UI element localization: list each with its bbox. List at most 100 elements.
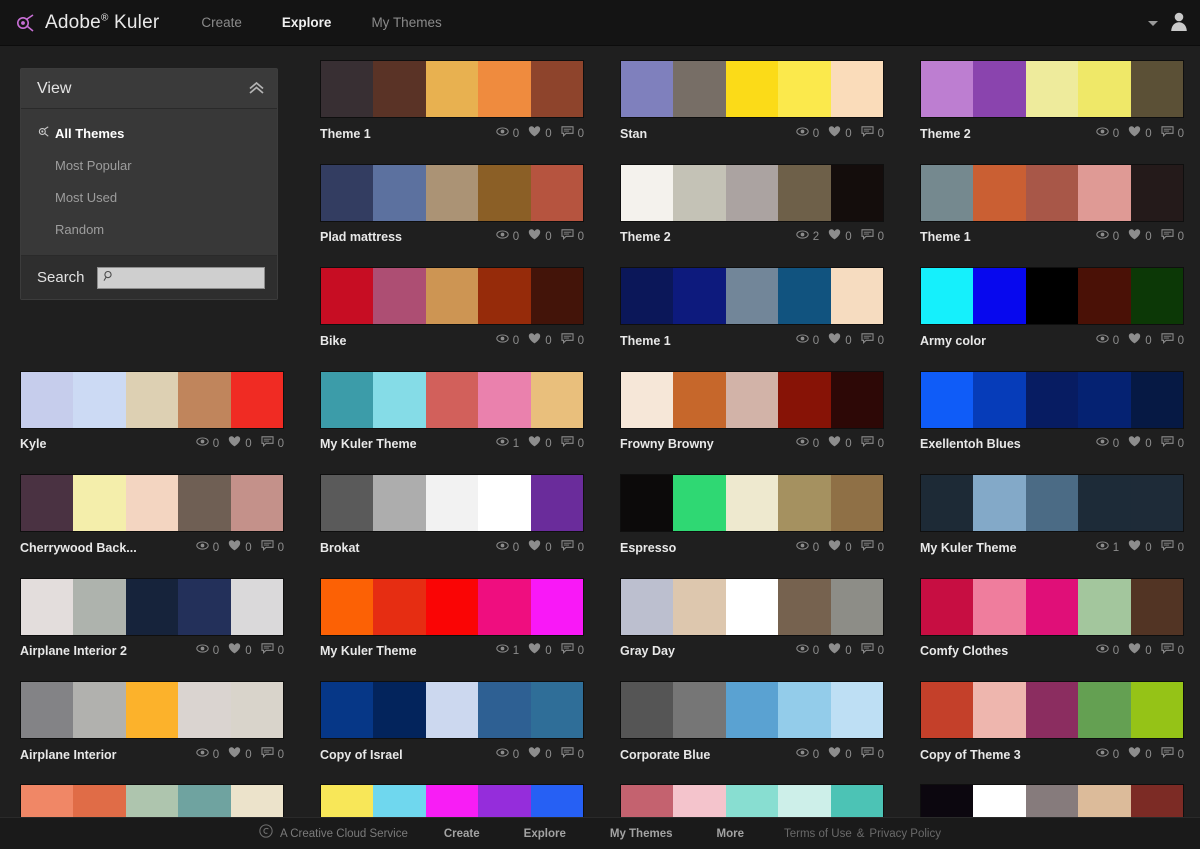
color-swatch-5[interactable] <box>831 579 883 635</box>
theme-card[interactable]: Airplane Interior 2000 <box>20 578 284 662</box>
color-swatch-2[interactable] <box>73 579 125 635</box>
color-swatch-2[interactable] <box>373 475 425 531</box>
theme-swatch-strip[interactable] <box>620 474 884 532</box>
theme-swatch-strip[interactable] <box>920 371 1184 429</box>
color-swatch-4[interactable] <box>478 268 530 324</box>
footer-link-more[interactable]: More <box>695 828 766 840</box>
color-swatch-2[interactable] <box>973 61 1025 117</box>
color-swatch-3[interactable] <box>726 268 778 324</box>
color-swatch-1[interactable] <box>621 165 673 221</box>
color-swatch-2[interactable] <box>373 372 425 428</box>
theme-card[interactable]: Theme 2000 <box>920 60 1184 144</box>
theme-card[interactable]: Copy of Theme 3000 <box>920 681 1184 765</box>
color-swatch-1[interactable] <box>921 372 973 428</box>
theme-title[interactable]: Theme 1 <box>320 127 371 141</box>
color-swatch-1[interactable] <box>921 475 973 531</box>
theme-swatch-strip[interactable] <box>920 578 1184 636</box>
color-swatch-2[interactable] <box>973 682 1025 738</box>
color-swatch-2[interactable] <box>673 579 725 635</box>
color-swatch-4[interactable] <box>178 682 230 738</box>
color-swatch-2[interactable] <box>673 682 725 738</box>
color-swatch-1[interactable] <box>921 268 973 324</box>
color-swatch-2[interactable] <box>373 165 425 221</box>
color-swatch-4[interactable] <box>1078 579 1130 635</box>
color-swatch-5[interactable] <box>531 165 583 221</box>
footer-link-my-themes[interactable]: My Themes <box>588 828 695 840</box>
color-swatch-4[interactable] <box>778 682 830 738</box>
theme-card[interactable]: Espresso000 <box>620 474 884 558</box>
theme-card[interactable]: Cherrywood Back...000 <box>20 474 284 558</box>
theme-title[interactable]: Cherrywood Back... <box>20 541 137 555</box>
color-swatch-3[interactable] <box>726 579 778 635</box>
theme-swatch-strip[interactable] <box>620 267 884 325</box>
color-swatch-2[interactable] <box>73 682 125 738</box>
color-swatch-3[interactable] <box>1026 682 1078 738</box>
color-swatch-1[interactable] <box>621 268 673 324</box>
theme-swatch-strip[interactable] <box>320 371 584 429</box>
theme-card[interactable]: Gray Day000 <box>620 578 884 662</box>
footer-link-create[interactable]: Create <box>422 828 502 840</box>
color-swatch-4[interactable] <box>178 579 230 635</box>
footer-link-explore[interactable]: Explore <box>502 828 588 840</box>
color-swatch-1[interactable] <box>321 268 373 324</box>
theme-title[interactable]: My Kuler Theme <box>920 541 1017 555</box>
color-swatch-2[interactable] <box>373 579 425 635</box>
color-swatch-2[interactable] <box>673 372 725 428</box>
color-swatch-1[interactable] <box>321 372 373 428</box>
color-swatch-5[interactable] <box>831 682 883 738</box>
color-swatch-3[interactable] <box>126 682 178 738</box>
theme-card[interactable]: Stan000 <box>620 60 884 144</box>
theme-card[interactable]: Airplane Interior000 <box>20 681 284 765</box>
theme-title[interactable]: Theme 2 <box>920 127 971 141</box>
color-swatch-5[interactable] <box>1131 475 1183 531</box>
theme-swatch-strip[interactable] <box>20 371 284 429</box>
color-swatch-4[interactable] <box>178 372 230 428</box>
color-swatch-2[interactable] <box>373 268 425 324</box>
theme-card[interactable]: Copy of Israel000 <box>320 681 584 765</box>
theme-swatch-strip[interactable] <box>20 474 284 532</box>
color-swatch-3[interactable] <box>1026 165 1078 221</box>
theme-swatch-strip[interactable] <box>620 578 884 636</box>
color-swatch-4[interactable] <box>1078 475 1130 531</box>
color-swatch-1[interactable] <box>921 682 973 738</box>
theme-title[interactable]: Comfy Clothes <box>920 644 1008 658</box>
chevron-down-icon[interactable] <box>1148 21 1158 26</box>
color-swatch-3[interactable] <box>1026 372 1078 428</box>
color-swatch-2[interactable] <box>973 475 1025 531</box>
color-swatch-5[interactable] <box>531 579 583 635</box>
theme-swatch-strip[interactable] <box>620 60 884 118</box>
color-swatch-1[interactable] <box>621 61 673 117</box>
color-swatch-2[interactable] <box>673 268 725 324</box>
color-swatch-5[interactable] <box>531 682 583 738</box>
theme-title[interactable]: Kyle <box>20 437 46 451</box>
theme-title[interactable]: Bike <box>320 334 346 348</box>
color-swatch-5[interactable] <box>1131 682 1183 738</box>
theme-swatch-strip[interactable] <box>920 681 1184 739</box>
color-swatch-2[interactable] <box>373 682 425 738</box>
color-swatch-3[interactable] <box>426 475 478 531</box>
color-swatch-1[interactable] <box>921 61 973 117</box>
color-swatch-2[interactable] <box>973 372 1025 428</box>
color-swatch-3[interactable] <box>126 372 178 428</box>
color-swatch-3[interactable] <box>426 372 478 428</box>
color-swatch-5[interactable] <box>831 268 883 324</box>
color-swatch-1[interactable] <box>321 475 373 531</box>
color-swatch-2[interactable] <box>73 372 125 428</box>
theme-card[interactable]: Theme 1000 <box>320 60 584 144</box>
color-swatch-1[interactable] <box>321 682 373 738</box>
color-swatch-3[interactable] <box>426 268 478 324</box>
theme-card[interactable]: My Kuler Theme100 <box>320 578 584 662</box>
color-swatch-4[interactable] <box>1078 682 1130 738</box>
color-swatch-3[interactable] <box>726 475 778 531</box>
color-swatch-3[interactable] <box>1026 268 1078 324</box>
color-swatch-5[interactable] <box>831 61 883 117</box>
theme-swatch-strip[interactable] <box>320 60 584 118</box>
color-swatch-3[interactable] <box>126 475 178 531</box>
color-swatch-1[interactable] <box>321 579 373 635</box>
footer-link-terms[interactable]: Terms of Use <box>784 828 852 840</box>
color-swatch-3[interactable] <box>726 682 778 738</box>
theme-title[interactable]: Army color <box>920 334 986 348</box>
color-swatch-4[interactable] <box>478 682 530 738</box>
color-swatch-3[interactable] <box>726 165 778 221</box>
color-swatch-4[interactable] <box>478 579 530 635</box>
